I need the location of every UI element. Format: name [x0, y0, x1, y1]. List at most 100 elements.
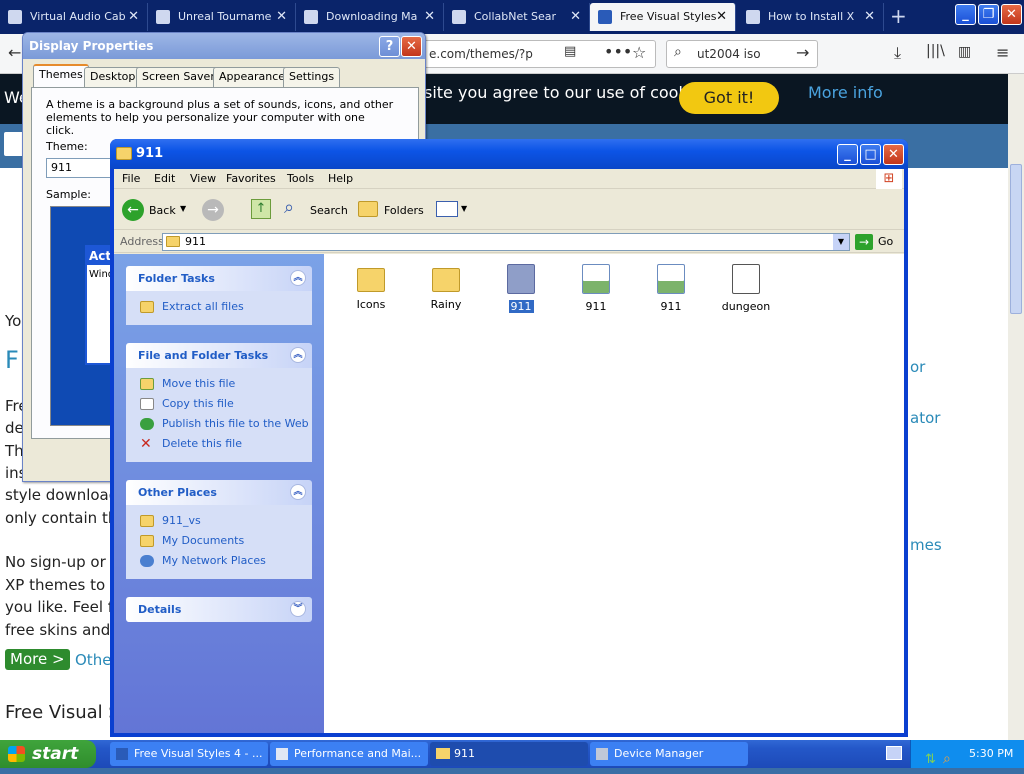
tab-appearance[interactable]: Appearance [213, 67, 292, 87]
tab-themes[interactable]: Themes [33, 64, 89, 88]
tab-settings[interactable]: Settings [283, 67, 341, 87]
hamburger-menu-icon[interactable]: ≡ [996, 43, 1009, 62]
other-places-header[interactable]: Other Places ︽ [126, 480, 312, 505]
got-it-button[interactable]: Got it! [679, 82, 779, 114]
help-button[interactable]: ? [379, 36, 400, 57]
taskbar-button-browser[interactable]: Free Visual Styles 4 - ... [110, 742, 268, 766]
menu-help[interactable]: Help [328, 172, 353, 185]
task-label: 911 [454, 747, 475, 760]
go-arrow-icon[interactable]: → [855, 234, 873, 250]
group-title: File and Folder Tasks [138, 349, 269, 362]
move-file-link[interactable]: Move this file [138, 374, 312, 394]
browser-tab[interactable]: Unreal Tourname ✕ [148, 3, 296, 31]
dialog-close-button[interactable]: ✕ [401, 36, 422, 57]
copy-file-link[interactable]: Copy this file [138, 394, 312, 414]
search-tray-icon[interactable]: ⌕ [943, 745, 951, 773]
search-button[interactable]: Search [310, 204, 348, 217]
clock[interactable]: 5:30 PM [969, 740, 1013, 768]
bookmark-star-icon[interactable]: ☆ [632, 43, 646, 62]
more-button[interactable]: More > [5, 649, 70, 670]
file-item[interactable]: Rainy [411, 264, 481, 311]
delete-file-link[interactable]: ✕ Delete this file [138, 434, 312, 454]
browser-tab[interactable]: CollabNet Sear ✕ [444, 3, 590, 31]
close-tab-icon[interactable]: ✕ [716, 3, 727, 31]
go-button[interactable]: Go [878, 235, 893, 248]
menu-file[interactable]: File [122, 172, 140, 185]
details-header[interactable]: Details ︾ [126, 597, 312, 622]
tab-title: CollabNet Sear [474, 10, 557, 23]
file-item[interactable]: 911 [636, 264, 706, 313]
tab-screen-saver[interactable]: Screen Saver [136, 67, 221, 87]
keyboard-icon[interactable] [886, 746, 902, 760]
taskbar-button-device-manager[interactable]: Device Manager [590, 742, 748, 766]
back-arrow-icon[interactable]: ← [8, 43, 21, 62]
network-tray-icon[interactable]: ⇅ [925, 746, 936, 774]
download-icon[interactable]: ⤓ [894, 43, 901, 63]
minimize-button[interactable]: _ [955, 4, 976, 25]
browser-tab[interactable]: Virtual Audio Cab ✕ [0, 3, 148, 31]
minimize-button[interactable]: _ [837, 144, 858, 165]
browser-tab[interactable]: Downloading Ma ✕ [296, 3, 444, 31]
more-info-link[interactable]: More info [808, 83, 883, 102]
tab-desktop[interactable]: Desktop [84, 67, 142, 87]
maximize-button[interactable]: □ [860, 144, 881, 165]
other-link[interactable]: Othe [75, 651, 111, 669]
browser-tab[interactable]: How to Install X ✕ [738, 3, 884, 31]
views-dropdown-icon[interactable]: ▼ [461, 204, 467, 213]
task-label: Performance and Mai... [294, 747, 422, 760]
maximize-button[interactable]: ❐ [978, 4, 999, 25]
folders-button[interactable]: Folders [384, 204, 424, 217]
menu-view[interactable]: View [190, 172, 216, 185]
taskbar-button-performance[interactable]: Performance and Mai... [270, 742, 428, 766]
my-documents-link[interactable]: My Documents [138, 531, 312, 551]
place-911-vs-link[interactable]: 911_vs [138, 511, 312, 531]
close-tab-icon[interactable]: ✕ [128, 3, 139, 31]
file-item[interactable]: Icons [336, 264, 406, 311]
browser-tab-active[interactable]: Free Visual Styles ✕ [590, 3, 736, 31]
sidebar-link[interactable]: mes [910, 536, 942, 554]
new-tab-button[interactable]: + [890, 4, 907, 28]
forward-arrow-icon[interactable]: → [202, 199, 224, 221]
file-folder-tasks-header[interactable]: File and Folder Tasks ︽ [126, 343, 312, 368]
my-network-places-link[interactable]: My Network Places [138, 551, 312, 571]
close-button[interactable]: ✕ [883, 144, 904, 165]
search-go-arrow-icon[interactable]: → [796, 43, 809, 62]
views-icon[interactable] [436, 201, 458, 217]
file-item[interactable]: dungeon [711, 264, 781, 313]
page-actions-icon[interactable]: ••• [604, 42, 632, 61]
extract-all-files-link[interactable]: Extract all files [138, 297, 312, 317]
close-tab-icon[interactable]: ✕ [424, 3, 435, 31]
explorer-title-bar[interactable]: 911 [110, 139, 908, 169]
chevron-up-icon[interactable]: ︽ [290, 484, 306, 500]
address-input[interactable]: 911 ▼ [162, 233, 850, 251]
menu-tools[interactable]: Tools [287, 172, 314, 185]
sidebar-icon[interactable]: ▥ [958, 44, 971, 60]
dialog-title-bar[interactable]: Display Properties [23, 33, 425, 59]
sidebar-link[interactable]: or [910, 358, 925, 376]
reader-view-icon[interactable]: ▤ [564, 44, 576, 59]
folder-up-icon[interactable]: ↑ [251, 199, 271, 219]
sidebar-link[interactable]: ator [910, 409, 940, 427]
close-tab-icon[interactable]: ✕ [864, 3, 875, 31]
folder-tasks-header[interactable]: Folder Tasks ︽ [126, 266, 312, 291]
file-item-selected[interactable]: 911 [486, 264, 556, 313]
back-button[interactable]: Back [149, 204, 176, 217]
close-tab-icon[interactable]: ✕ [276, 3, 287, 31]
taskbar-button-911[interactable]: 911 [430, 742, 588, 766]
start-button[interactable]: start [0, 740, 96, 768]
address-dropdown-icon[interactable]: ▼ [833, 234, 849, 250]
back-dropdown-icon[interactable]: ▼ [180, 204, 186, 213]
publish-file-link[interactable]: Publish this file to the Web [138, 414, 312, 434]
library-icon[interactable]: |||\ [926, 43, 945, 59]
menu-edit[interactable]: Edit [154, 172, 175, 185]
close-tab-icon[interactable]: ✕ [570, 3, 581, 31]
scrollbar-thumb[interactable] [1010, 164, 1022, 314]
menu-favorites[interactable]: Favorites [226, 172, 276, 185]
chevron-up-icon[interactable]: ︽ [290, 347, 306, 363]
page-scrollbar[interactable] [1008, 74, 1024, 740]
chevron-up-icon[interactable]: ︽ [290, 270, 306, 286]
chevron-down-icon[interactable]: ︾ [290, 601, 306, 617]
close-button[interactable]: ✕ [1001, 4, 1022, 25]
back-arrow-icon[interactable]: ← [122, 199, 144, 221]
file-item[interactable]: 911 [561, 264, 631, 313]
